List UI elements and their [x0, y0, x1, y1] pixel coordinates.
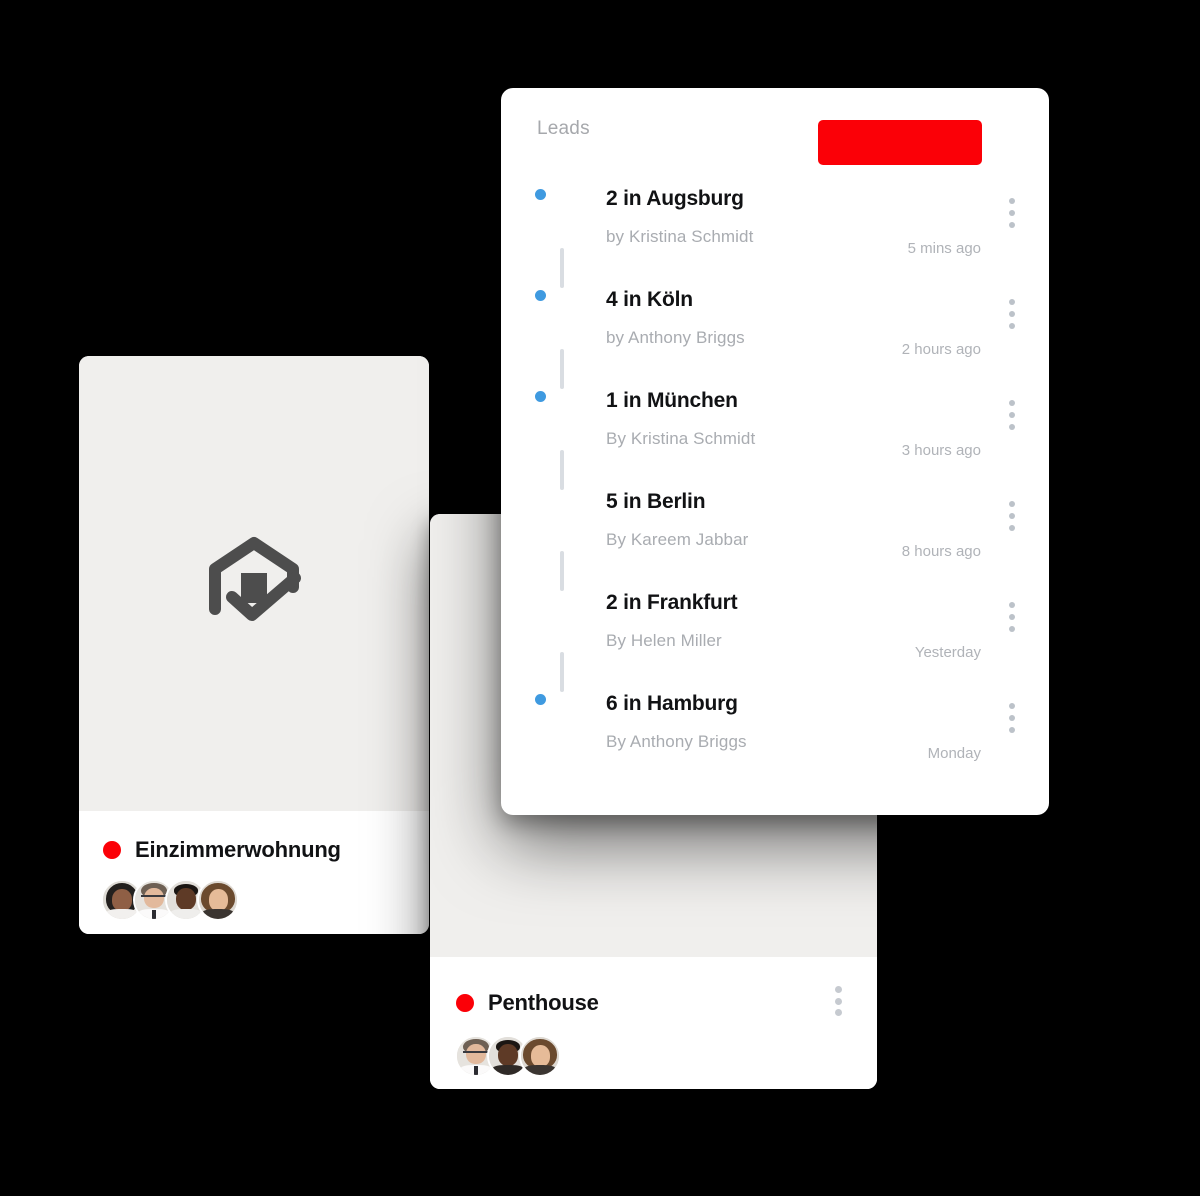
lead-row[interactable]: 6 in Hamburg By Anthony Briggs Monday	[501, 683, 1049, 784]
lead-text-block: 6 in Hamburg By Anthony Briggs	[606, 683, 747, 752]
lead-row[interactable]: 2 in Frankfurt By Helen Miller Yesterday	[501, 582, 1049, 692]
leads-list: 2 in Augsburg by Kristina Schmidt 5 mins…	[501, 178, 1049, 784]
lead-avatar-wrap	[533, 590, 591, 692]
lead-timestamp: Monday	[927, 745, 981, 762]
lead-avatar-wrap	[533, 287, 591, 389]
kebab-menu-icon[interactable]	[1003, 501, 1021, 531]
kebab-menu-icon[interactable]	[1003, 198, 1021, 228]
lead-avatar-wrap	[533, 489, 591, 591]
listing-left-footer: Einzimmerwohnung	[79, 811, 429, 934]
lead-avatar-wrap	[533, 186, 591, 288]
listing-middle-footer: Penthouse	[430, 957, 877, 1089]
lead-text-block: 2 in Augsburg by Kristina Schmidt	[606, 178, 753, 247]
listing-card-left[interactable]: Einzimmerwohnung	[79, 356, 429, 934]
lead-text-block: 5 in Berlin By Kareem Jabbar	[606, 481, 748, 550]
kebab-menu-icon[interactable]	[829, 986, 847, 1016]
leads-panel: Leads 2 in Augsburg by Kristina Schmidt …	[501, 88, 1049, 815]
red-status-dot-icon	[103, 841, 121, 859]
red-status-dot-icon	[456, 994, 474, 1012]
unread-indicator-icon	[535, 694, 546, 705]
lead-subtitle: by Kristina Schmidt	[606, 227, 754, 246]
lead-subtitle: by Anthony Briggs	[606, 328, 745, 347]
listing-left-media	[79, 356, 429, 811]
house-check-hexagon-logo	[209, 536, 301, 621]
lead-subtitle: By Helen Miller	[606, 631, 722, 650]
leads-panel-title: Leads	[537, 118, 590, 139]
lead-avatar-wrap	[533, 691, 591, 749]
lead-title: 4 in Köln	[606, 288, 693, 311]
lead-timestamp: 5 mins ago	[907, 240, 981, 257]
lead-avatar-wrap	[533, 388, 591, 490]
unread-indicator-icon	[535, 290, 546, 301]
lead-timestamp: 8 hours ago	[901, 543, 981, 560]
listing-left-title: Einzimmerwohnung	[135, 837, 341, 862]
listing-middle-title: Penthouse	[488, 990, 599, 1015]
lead-title: 2 in Frankfurt	[606, 591, 738, 614]
unread-indicator-icon	[535, 189, 546, 200]
kebab-menu-icon[interactable]	[1003, 602, 1021, 632]
avatar	[519, 1035, 561, 1077]
composition-stage: Einzimmerwohnung Penthouse Leads 2 in Au…	[0, 0, 1200, 1196]
lead-title: 1 in München	[606, 389, 738, 412]
lead-text-block: 2 in Frankfurt By Helen Miller	[606, 582, 738, 651]
lead-title: 5 in Berlin	[606, 490, 706, 513]
listing-left-title-row: Einzimmerwohnung	[103, 837, 341, 863]
listing-middle-avatar-stack[interactable]	[455, 1035, 561, 1077]
kebab-menu-icon[interactable]	[1003, 400, 1021, 430]
lead-title: 6 in Hamburg	[606, 692, 738, 715]
unread-indicator-icon	[535, 391, 546, 402]
lead-timestamp: Yesterday	[914, 644, 981, 661]
lead-row[interactable]: 1 in München By Kristina Schmidt 3 hours…	[501, 380, 1049, 490]
lead-subtitle: By Anthony Briggs	[606, 732, 747, 751]
lead-row[interactable]: 5 in Berlin By Kareem Jabbar 8 hours ago	[501, 481, 1049, 591]
listing-left-avatar-stack[interactable]	[101, 879, 239, 921]
lead-text-block: 4 in Köln by Anthony Briggs	[606, 279, 745, 348]
kebab-menu-icon[interactable]	[1003, 703, 1021, 733]
lead-row[interactable]: 2 in Augsburg by Kristina Schmidt 5 mins…	[501, 178, 1049, 288]
kebab-menu-icon[interactable]	[1003, 299, 1021, 329]
lead-subtitle: By Kristina Schmidt	[606, 429, 756, 448]
listing-middle-title-row: Penthouse	[456, 990, 599, 1016]
lead-title: 2 in Augsburg	[606, 187, 744, 210]
lead-timestamp: 2 hours ago	[901, 341, 981, 358]
primary-cta-button[interactable]	[818, 120, 982, 165]
lead-row[interactable]: 4 in Köln by Anthony Briggs 2 hours ago	[501, 279, 1049, 389]
lead-text-block: 1 in München By Kristina Schmidt	[606, 380, 755, 449]
leads-header: Leads	[501, 88, 1049, 178]
lead-subtitle: By Kareem Jabbar	[606, 530, 749, 549]
lead-timestamp: 3 hours ago	[901, 442, 981, 459]
avatar	[197, 879, 239, 921]
